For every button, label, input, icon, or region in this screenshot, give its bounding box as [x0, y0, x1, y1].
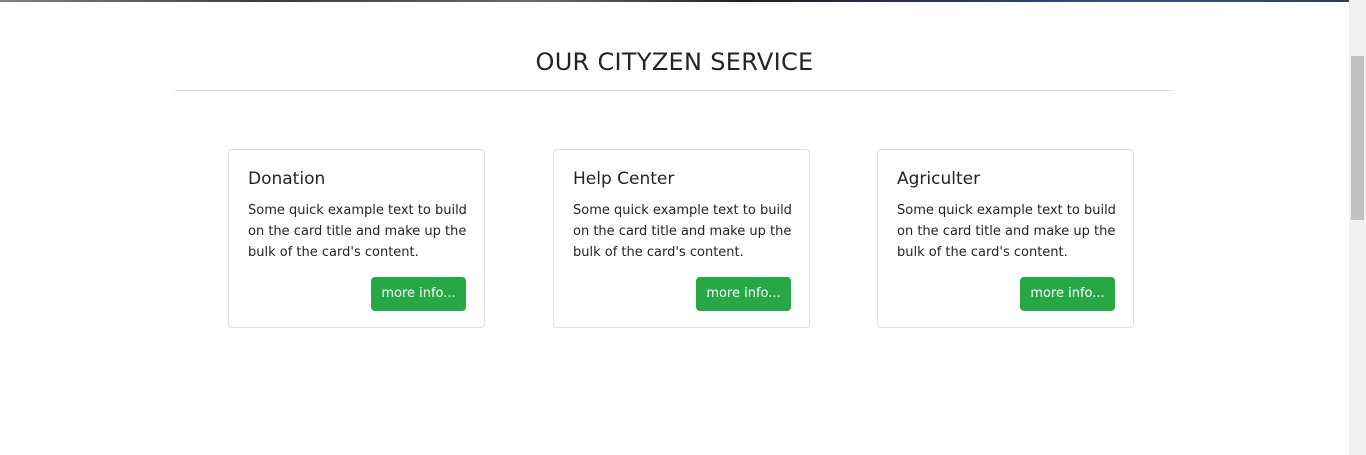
page-viewport: OUR CITYZEN SERVICE Donation Some quick …: [0, 0, 1366, 455]
services-section: OUR CITYZEN SERVICE Donation Some quick …: [0, 0, 1349, 455]
card-text: Some quick example text to build on the …: [248, 203, 467, 260]
card-title: Agriculter: [897, 169, 981, 189]
more-info-button[interactable]: more info...: [1020, 277, 1115, 311]
scrollbar-thumb[interactable]: [1351, 56, 1364, 220]
vertical-scrollbar[interactable]: [1349, 0, 1366, 455]
service-card-help-center: Help Center Some quick example text to b…: [553, 149, 810, 328]
card-text: Some quick example text to build on the …: [897, 203, 1116, 260]
more-info-button[interactable]: more info...: [371, 277, 466, 311]
section-divider: [175, 90, 1174, 91]
service-card-donation: Donation Some quick example text to buil…: [228, 149, 485, 328]
card-title: Help Center: [573, 169, 675, 189]
section-title: OUR CITYZEN SERVICE: [535, 48, 814, 76]
card-text: Some quick example text to build on the …: [573, 203, 792, 260]
card-title: Donation: [248, 169, 326, 189]
service-card-agriculter: Agriculter Some quick example text to bu…: [877, 149, 1134, 328]
more-info-button[interactable]: more info...: [696, 277, 791, 311]
